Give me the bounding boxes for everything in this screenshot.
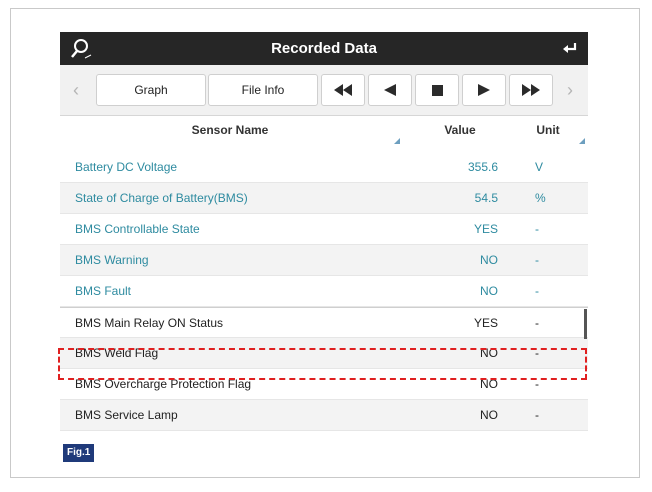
- sensor-value: YES: [473, 316, 498, 330]
- sensor-name: Battery DC Voltage: [75, 160, 178, 174]
- sensor-unit: -: [535, 253, 539, 267]
- sensor-name: BMS Service Lamp: [75, 408, 178, 422]
- sensor-name: State of Charge of Battery(BMS): [75, 191, 248, 205]
- previous-button[interactable]: [368, 74, 412, 106]
- sensor-unit: -: [535, 284, 539, 298]
- sensor-value: 54.5: [474, 191, 498, 205]
- sensor-value: 355.6: [467, 160, 498, 174]
- scrollbar-thumb[interactable]: [584, 309, 587, 339]
- column-unit[interactable]: Unit: [508, 116, 588, 144]
- column-value[interactable]: Value: [422, 116, 498, 144]
- table-row[interactable]: BMS Service Lamp NO -: [60, 400, 588, 431]
- table-row[interactable]: State of Charge of Battery(BMS) 54.5 %: [60, 183, 588, 214]
- table-row[interactable]: BMS Warning NO -: [60, 245, 588, 276]
- sensor-name: BMS Warning: [75, 253, 149, 267]
- rewind-icon: [334, 84, 352, 96]
- sensor-table: Battery DC Voltage 355.6 V State of Char…: [60, 152, 588, 431]
- fast-forward-icon: [522, 84, 540, 96]
- sensor-name: BMS Main Relay ON Status: [75, 316, 224, 330]
- graph-button[interactable]: Graph: [96, 74, 206, 106]
- play-reverse-icon: [384, 84, 396, 96]
- chevron-left-icon[interactable]: ‹: [66, 74, 86, 106]
- sensor-unit: -: [535, 316, 539, 330]
- sensor-value: YES: [473, 222, 498, 236]
- sensor-unit: V: [535, 160, 544, 174]
- sensor-value: NO: [480, 253, 498, 267]
- sensor-unit: -: [535, 222, 539, 236]
- sensor-name: BMS Controllable State: [75, 222, 200, 236]
- sensor-unit: %: [535, 191, 546, 205]
- table-row[interactable]: BMS Fault NO -: [60, 276, 588, 307]
- stop-button[interactable]: [415, 74, 459, 106]
- stop-icon: [431, 84, 443, 96]
- play-icon: [478, 84, 490, 96]
- page-title: Recorded Data: [271, 40, 377, 57]
- sensor-unit: -: [535, 408, 539, 422]
- chevron-right-icon[interactable]: ›: [560, 74, 580, 106]
- title-bar: Recorded Data: [60, 32, 588, 65]
- undo-arrow-icon[interactable]: [560, 40, 578, 58]
- sensor-value: NO: [480, 408, 498, 422]
- scan-tool-screen: Recorded Data ‹ Graph File Info › Sensor…: [58, 32, 588, 452]
- rewind-button[interactable]: [321, 74, 365, 106]
- figure-caption: Fig.1: [63, 444, 95, 462]
- column-sensor-name[interactable]: Sensor Name: [60, 116, 400, 144]
- sort-indicator-icon: [394, 138, 400, 144]
- table-row[interactable]: Battery DC Voltage 355.6 V: [60, 152, 588, 183]
- file-info-button[interactable]: File Info: [208, 74, 318, 106]
- playback-toolbar: ‹ Graph File Info ›: [60, 65, 588, 116]
- sensor-value: NO: [480, 284, 498, 298]
- play-button[interactable]: [462, 74, 506, 106]
- column-resize-icon: [579, 138, 585, 144]
- sensor-name: BMS Fault: [75, 284, 132, 298]
- highlight-box: [58, 348, 587, 380]
- table-row[interactable]: BMS Main Relay ON Status YES -: [60, 307, 588, 338]
- column-header: Sensor Name Value Unit: [60, 116, 588, 152]
- table-row[interactable]: BMS Controllable State YES -: [60, 214, 588, 245]
- fast-forward-button[interactable]: [509, 74, 553, 106]
